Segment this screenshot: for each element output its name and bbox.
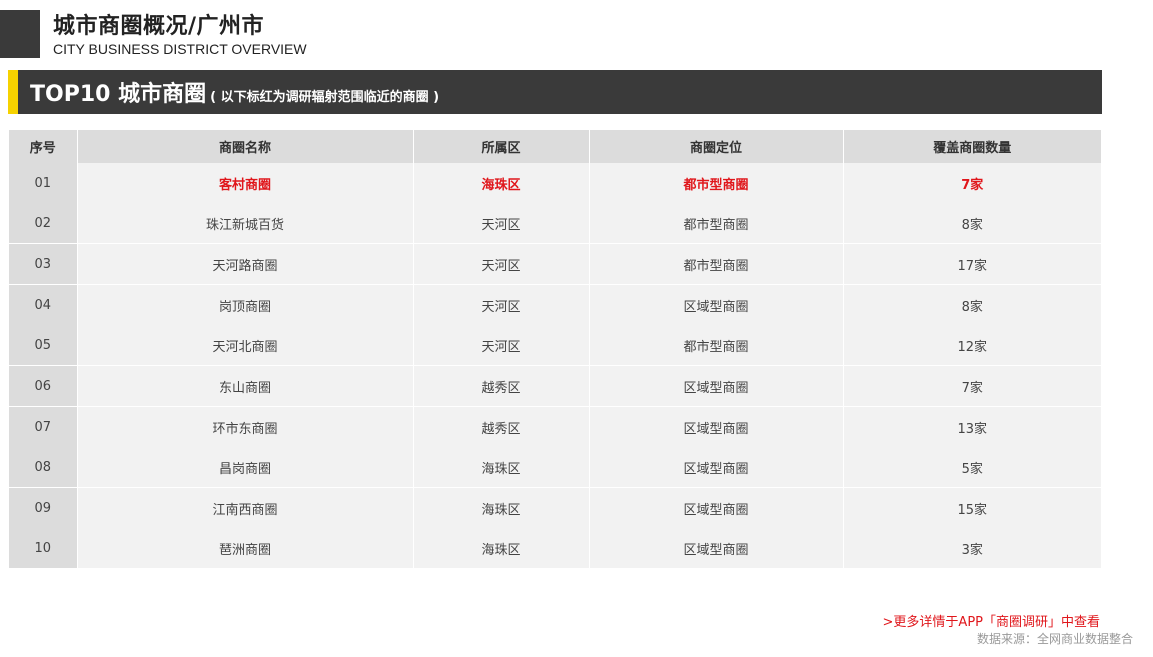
row-name: 昌岗商圈 — [76, 447, 413, 488]
row-district: 越秀区 — [412, 365, 589, 407]
table-row: 05 天河北商圈 天河区 都市型商圈 12家 — [9, 325, 1101, 366]
row-index: 03 — [9, 243, 77, 285]
row-count: 8家 — [842, 284, 1101, 325]
row-index: 05 — [9, 325, 77, 366]
row-index: 02 — [9, 203, 77, 244]
table-row: 04 岗顶商圈 天河区 区域型商圈 8家 — [9, 284, 1101, 325]
row-district: 海珠区 — [412, 163, 589, 203]
row-district: 天河区 — [412, 243, 589, 285]
table-row: 01 客村商圈 海珠区 都市型商圈 7家 — [9, 163, 1101, 203]
row-name: 江南西商圈 — [76, 487, 413, 528]
data-source-note: 数据来源：全网商业数据整合 — [976, 632, 1133, 646]
corner-decoration-block — [0, 10, 40, 58]
row-positioning: 都市型商圈 — [588, 243, 843, 285]
table-row: 10 琶洲商圈 海珠区 区域型商圈 3家 — [9, 528, 1101, 568]
header-name: 商圈名称 — [76, 130, 413, 163]
header-index: 序号 — [9, 130, 77, 163]
row-district: 天河区 — [412, 203, 589, 244]
row-index: 01 — [9, 163, 77, 203]
row-name: 天河北商圈 — [76, 325, 413, 366]
row-count: 12家 — [842, 325, 1101, 366]
table-row: 09 江南西商圈 海珠区 区域型商圈 15家 — [9, 487, 1101, 528]
row-positioning: 区域型商圈 — [588, 284, 843, 325]
table-header-row: 序号 商圈名称 所属区 商圈定位 覆盖商圈数量 — [9, 130, 1101, 163]
row-index: 07 — [9, 406, 77, 447]
row-count: 7家 — [842, 163, 1101, 203]
row-count: 5家 — [842, 447, 1101, 488]
row-name: 环市东商圈 — [76, 406, 413, 447]
row-index: 10 — [9, 528, 77, 568]
page-subtitle: CITY BUSINESS DISTRICT OVERVIEW — [53, 41, 307, 57]
district-table: 序号 商圈名称 所属区 商圈定位 覆盖商圈数量 01 客村商圈 海珠区 都市型商… — [9, 130, 1101, 568]
row-positioning: 区域型商圈 — [588, 528, 843, 568]
row-district: 天河区 — [412, 325, 589, 366]
section-note: ( 以下标红为调研辐射范围临近的商圈 ) — [210, 90, 440, 105]
table-row: 02 珠江新城百货 天河区 都市型商圈 8家 — [9, 203, 1101, 244]
row-name: 琶洲商圈 — [76, 528, 413, 568]
row-count: 3家 — [842, 528, 1101, 568]
row-positioning: 区域型商圈 — [588, 365, 843, 407]
row-positioning: 都市型商圈 — [588, 163, 843, 203]
row-district: 越秀区 — [412, 406, 589, 447]
table-row: 06 东山商圈 越秀区 区域型商圈 7家 — [9, 365, 1101, 407]
table-row: 08 昌岗商圈 海珠区 区域型商圈 5家 — [9, 447, 1101, 488]
page-title: 城市商圈概况/广州市 — [53, 14, 265, 39]
row-index: 04 — [9, 284, 77, 325]
row-index: 08 — [9, 447, 77, 488]
header-district: 所属区 — [412, 130, 589, 163]
row-district: 海珠区 — [412, 528, 589, 568]
header-positioning: 商圈定位 — [588, 130, 843, 163]
section-title: TOP10 城市商圈( 以下标红为调研辐射范围临近的商圈 ) — [30, 76, 439, 108]
row-count: 17家 — [842, 243, 1101, 285]
row-index: 06 — [9, 365, 77, 407]
table-row: 07 环市东商圈 越秀区 区域型商圈 13家 — [9, 406, 1101, 447]
row-name: 天河路商圈 — [76, 243, 413, 285]
row-positioning: 区域型商圈 — [588, 447, 843, 488]
header-count: 覆盖商圈数量 — [842, 130, 1101, 163]
row-name: 珠江新城百货 — [76, 203, 413, 244]
row-count: 15家 — [842, 487, 1101, 528]
row-positioning: 区域型商圈 — [588, 406, 843, 447]
row-count: 13家 — [842, 406, 1101, 447]
row-district: 海珠区 — [412, 487, 589, 528]
row-count: 7家 — [842, 365, 1101, 407]
row-name: 岗顶商圈 — [76, 284, 413, 325]
row-name: 客村商圈 — [76, 163, 413, 203]
row-positioning: 都市型商圈 — [588, 325, 843, 366]
row-positioning: 都市型商圈 — [588, 203, 843, 244]
row-name: 东山商圈 — [76, 365, 413, 407]
section-header-bar: TOP10 城市商圈( 以下标红为调研辐射范围临近的商圈 ) — [8, 70, 1102, 114]
row-positioning: 区域型商圈 — [588, 487, 843, 528]
table-row: 03 天河路商圈 天河区 都市型商圈 17家 — [9, 243, 1101, 285]
section-accent-stripe — [8, 70, 18, 114]
section-title-text: TOP10 城市商圈 — [30, 82, 207, 107]
row-district: 天河区 — [412, 284, 589, 325]
row-count: 8家 — [842, 203, 1101, 244]
row-index: 09 — [9, 487, 77, 528]
row-district: 海珠区 — [412, 447, 589, 488]
app-detail-link[interactable]: >更多详情于APP「商圈调研」中查看 — [883, 611, 1100, 630]
